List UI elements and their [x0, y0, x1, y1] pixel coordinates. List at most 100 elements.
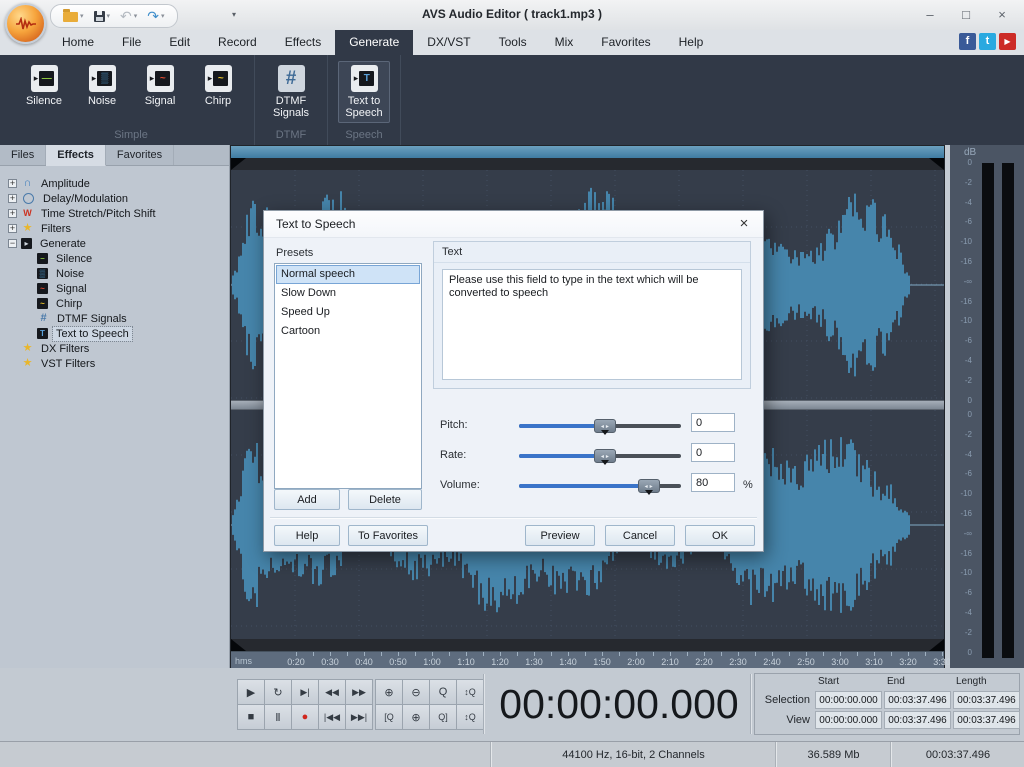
fade-out-handle[interactable]	[929, 158, 944, 170]
selection-length-value[interactable]: 00:03:37.496	[953, 691, 1020, 709]
zoom-full-button[interactable]: ⊕	[403, 705, 429, 729]
tree-item-text-to-speech[interactable]: TText to Speech	[2, 326, 227, 341]
go-to-start-button[interactable]: |◀◀	[319, 705, 345, 729]
pitch-slider[interactable]: ◂▸	[519, 424, 681, 428]
expand-icon[interactable]: +	[8, 224, 17, 233]
rewind-button[interactable]: ◀◀	[319, 680, 345, 704]
maximize-button[interactable]: □	[950, 4, 982, 26]
envelope-strip-bottom[interactable]	[231, 639, 944, 651]
noise-icon: ▒	[37, 268, 48, 279]
window-title: AVS Audio Editor ( track1.mp3 )	[0, 7, 1024, 21]
fast-forward-button[interactable]: ▶▶	[346, 680, 372, 704]
preset-item-cartoon[interactable]: Cartoon	[276, 322, 420, 341]
speech-text-input[interactable]: Please use this field to type in the tex…	[442, 269, 742, 380]
menu-tab-dx-vst[interactable]: DX/VST	[413, 30, 484, 55]
expand-icon[interactable]: +	[8, 209, 17, 218]
tree-item-delay-modulation[interactable]: +Delay/Modulation	[2, 191, 227, 206]
expand-icon[interactable]: +	[8, 194, 17, 203]
loop-button[interactable]: ↻	[265, 680, 291, 704]
youtube-icon[interactable]: ▶	[999, 33, 1016, 50]
tree-item-dx-filters[interactable]: ★DX Filters	[2, 341, 227, 356]
app-logo-icon[interactable]	[5, 3, 46, 44]
tree-item-noise[interactable]: ▒Noise	[2, 266, 227, 281]
help-button[interactable]: Help	[274, 525, 340, 546]
tree-item-filters[interactable]: +★Filters	[2, 221, 227, 236]
ribbon-button-dtmf-signals[interactable]: #DTMF Signals	[265, 61, 317, 123]
tree-item-vst-filters[interactable]: ★VST Filters	[2, 356, 227, 371]
dialog-close-button[interactable]: ×	[735, 215, 753, 232]
ribbon-button-text-to-speech[interactable]: ▸TText to Speech	[338, 61, 390, 123]
tree-item-signal[interactable]: ~Signal	[2, 281, 227, 296]
menu-tab-mix[interactable]: Mix	[541, 30, 588, 55]
minimize-button[interactable]: –	[914, 4, 946, 26]
zoom-vertical-out-button[interactable]: ↕Q	[457, 705, 483, 729]
close-button[interactable]: ×	[986, 4, 1018, 26]
menu-tab-effects[interactable]: Effects	[271, 30, 335, 55]
view-end-value[interactable]: 00:03:37.496	[884, 711, 951, 729]
pause-button[interactable]: Ⅱ	[265, 705, 291, 729]
zoom-out-button[interactable]: ⊖	[403, 680, 429, 704]
zoom-in-button[interactable]: ⊕	[376, 680, 402, 704]
sidebar-tab-favorites[interactable]: Favorites	[106, 145, 174, 165]
ribbon-button-noise[interactable]: ▸▒Noise	[76, 61, 128, 111]
preview-button[interactable]: Preview	[525, 525, 595, 546]
ok-button[interactable]: OK	[685, 525, 755, 546]
envelope-strip-top[interactable]	[231, 158, 944, 170]
tree-item-time-stretch-pitch-shift[interactable]: +WTime Stretch/Pitch Shift	[2, 206, 227, 221]
ribbon-button-signal[interactable]: ▸~Signal	[134, 61, 186, 111]
menu-tab-record[interactable]: Record	[204, 30, 271, 55]
stop-button[interactable]: ■	[238, 705, 264, 729]
view-length-value[interactable]: 00:03:37.496	[953, 711, 1020, 729]
fade-in-handle-bottom[interactable]	[231, 639, 246, 651]
menu-tab-edit[interactable]: Edit	[155, 30, 204, 55]
zoom-vertical-in-button[interactable]: ↕Q	[457, 680, 483, 704]
sidebar-tab-effects[interactable]: Effects	[46, 145, 106, 166]
menu-tab-file[interactable]: File	[108, 30, 155, 55]
menu-tab-help[interactable]: Help	[665, 30, 718, 55]
rate-value-input[interactable]	[691, 443, 735, 462]
preset-item-slow-down[interactable]: Slow Down	[276, 284, 420, 303]
ribbon-button-silence[interactable]: ▸—Silence	[18, 61, 70, 111]
tree-item-chirp[interactable]: ~Chirp	[2, 296, 227, 311]
zoom-selection-start-button[interactable]: [Q	[376, 705, 402, 729]
twitter-icon[interactable]: t	[979, 33, 996, 50]
preset-item-normal-speech[interactable]: Normal speech	[276, 265, 420, 284]
timeline-ruler[interactable]: hms 0:200:300:400:501:001:101:201:301:40…	[231, 651, 944, 668]
sidebar-tab-files[interactable]: Files	[0, 145, 46, 165]
tree-item-silence[interactable]: –Silence	[2, 251, 227, 266]
ribbon-group-simple: ▸—Silence▸▒Noise▸~Signal▸~ChirpSimple	[8, 55, 255, 145]
rate-slider[interactable]: ◂▸	[519, 454, 681, 458]
zoom-selection-end-button[interactable]: Q]	[430, 705, 456, 729]
volume-slider-thumb[interactable]: ◂▸	[638, 479, 660, 493]
fade-out-handle-bottom[interactable]	[929, 639, 944, 651]
star-icon: ★	[21, 223, 34, 234]
preset-item-speed-up[interactable]: Speed Up	[276, 303, 420, 322]
play-to-end-button[interactable]: ▶|	[292, 680, 318, 704]
zoom-100-button[interactable]: Q	[430, 680, 456, 704]
record-button[interactable]: ●	[292, 705, 318, 729]
menu-tab-favorites[interactable]: Favorites	[587, 30, 664, 55]
pitch-slider-thumb[interactable]: ◂▸	[594, 419, 616, 433]
volume-value-input[interactable]	[691, 473, 735, 492]
tree-item-dtmf-signals[interactable]: #DTMF Signals	[2, 311, 227, 326]
selection-start-value[interactable]: 00:00:00.000	[815, 691, 882, 709]
menu-tab-generate[interactable]: Generate	[335, 30, 413, 55]
selection-end-value[interactable]: 00:03:37.496	[884, 691, 951, 709]
view-start-value[interactable]: 00:00:00.000	[815, 711, 882, 729]
play-button[interactable]: ▶	[238, 680, 264, 704]
volume-slider[interactable]: ◂▸	[519, 484, 681, 488]
fade-in-handle[interactable]	[231, 158, 246, 170]
pitch-value-input[interactable]	[691, 413, 735, 432]
collapse-icon[interactable]: −	[8, 239, 17, 248]
tree-item-generate[interactable]: −▸Generate	[2, 236, 227, 251]
to-favorites-button[interactable]: To Favorites	[348, 525, 428, 546]
expand-icon[interactable]: +	[8, 179, 17, 188]
menu-tab-home[interactable]: Home	[48, 30, 108, 55]
cancel-button[interactable]: Cancel	[605, 525, 675, 546]
menu-tab-tools[interactable]: Tools	[485, 30, 541, 55]
go-to-end-button[interactable]: ▶▶|	[346, 705, 372, 729]
ribbon-button-chirp[interactable]: ▸~Chirp	[192, 61, 244, 111]
tree-item-amplitude[interactable]: +∩Amplitude	[2, 176, 227, 191]
facebook-icon[interactable]: f	[959, 33, 976, 50]
rate-slider-thumb[interactable]: ◂▸	[594, 449, 616, 463]
